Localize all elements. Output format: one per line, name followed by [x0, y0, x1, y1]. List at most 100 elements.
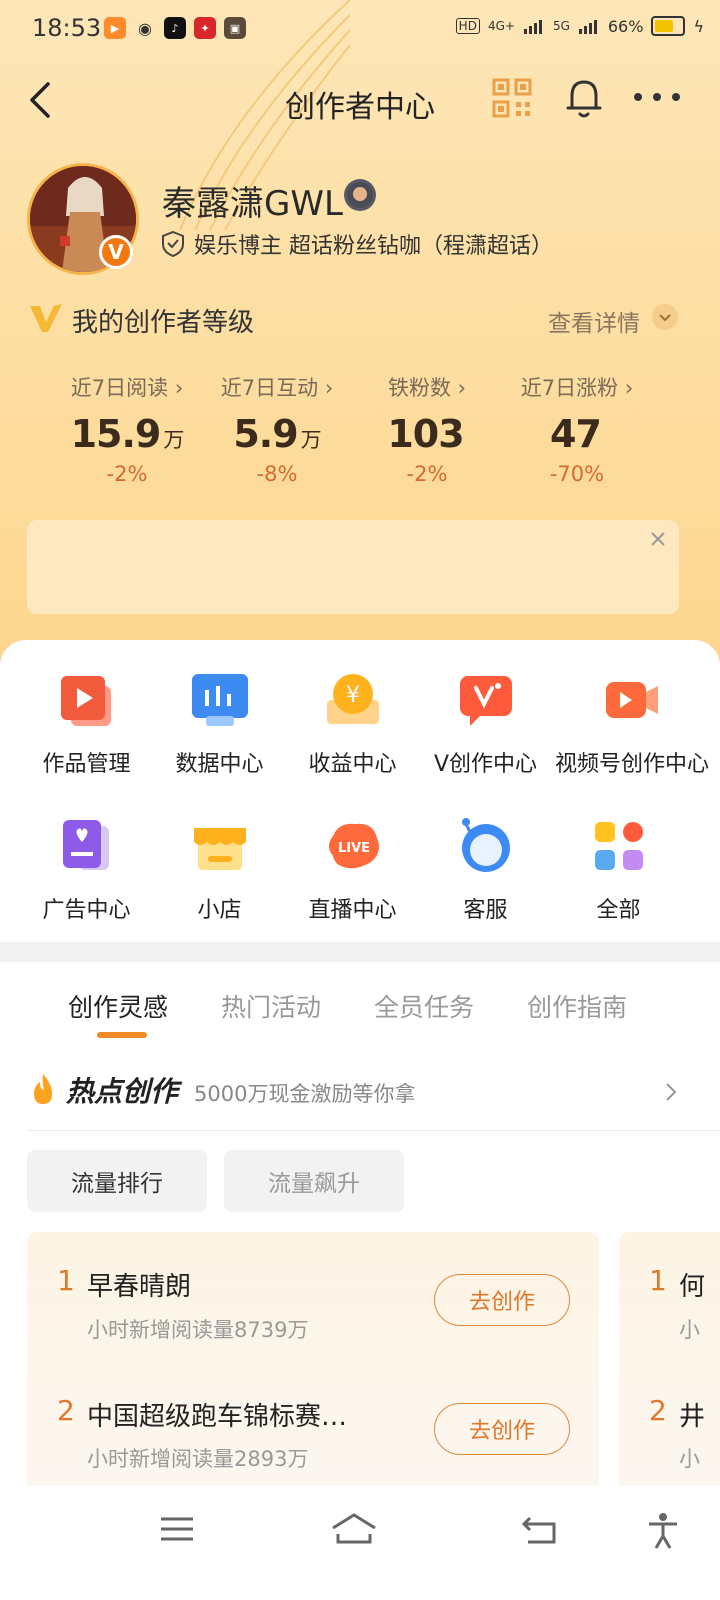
flame-icon — [34, 1074, 52, 1104]
stat-change: -2% — [106, 462, 148, 486]
tab-all-tasks[interactable]: 全员任务 — [374, 988, 474, 1024]
signal-icon — [523, 20, 542, 34]
tab-hot-activities[interactable]: 热门活动 — [221, 988, 321, 1024]
tab-inspiration[interactable]: 创作灵感 — [68, 988, 168, 1024]
status-time: 18:53 — [32, 14, 102, 42]
live-icon: LIVE — [328, 823, 379, 869]
live-badge-text: LIVE — [337, 841, 369, 856]
verification-info[interactable]: 娱乐博主 超话粉丝钻咖（程潇超话） — [160, 228, 553, 260]
tool-label: 客服 — [463, 898, 508, 923]
stat-change: -70% — [549, 462, 605, 486]
active-tab-indicator — [97, 1032, 147, 1038]
promo-banner[interactable] — [27, 520, 679, 614]
tool-works-management[interactable]: 作品管理 — [20, 670, 153, 778]
topic-title[interactable]: 井 — [679, 1396, 705, 1433]
tool-shop[interactable]: 小店 — [153, 816, 286, 924]
chevron-right-icon[interactable] — [664, 1080, 678, 1104]
home-icon[interactable] — [330, 1512, 378, 1546]
income-icon: ¥ — [326, 674, 379, 724]
tool-ad-center[interactable]: 广告中心 — [20, 816, 153, 924]
topic-title[interactable]: 何 — [679, 1266, 705, 1303]
tool-income-center[interactable]: ¥ 收益中心 — [286, 670, 419, 778]
page-title: 创作者中心 — [285, 90, 435, 125]
all-icon — [594, 822, 643, 870]
stat-follower-growth[interactable]: 近7日涨粉 › 47 -70% — [502, 372, 652, 486]
section-divider — [0, 942, 720, 962]
tab-creation-guide[interactable]: 创作指南 — [527, 988, 627, 1024]
v-creation-icon — [459, 676, 512, 726]
notification-icons: ▶ ◉ ♪ ✦ ▣ — [104, 17, 246, 39]
menu-icon[interactable] — [158, 1512, 196, 1546]
hot-creation-header[interactable]: 热点创作 5000万现金激励等你拿 — [0, 1066, 720, 1130]
qr-code-icon[interactable] — [492, 78, 532, 118]
tool-label: 全部 — [596, 898, 641, 923]
v-level-icon — [30, 304, 62, 332]
video-app-icon: ▶ — [104, 17, 126, 39]
topic-stat: 小 — [679, 1447, 700, 1471]
stat-value: 47 — [550, 412, 602, 456]
shield-icon — [162, 230, 184, 258]
rank-number: 1 — [57, 1264, 75, 1297]
view-details-link[interactable]: 查看详情 — [548, 304, 640, 338]
stat-reads[interactable]: 近7日阅读 › 15.9 万 -2% — [52, 372, 202, 486]
topic-title[interactable]: 早春晴朗 — [87, 1266, 191, 1303]
tool-all[interactable]: 全部 — [552, 816, 685, 924]
shop-icon — [193, 828, 246, 870]
network-5g: 5G — [552, 19, 570, 33]
stat-label: 近7日阅读 › — [70, 376, 184, 400]
create-button[interactable]: 去创作 — [434, 1274, 570, 1326]
verification-text: 娱乐博主 超话粉丝钻咖（程潇超话） — [194, 234, 553, 259]
video-icon — [606, 682, 658, 718]
verified-v-badge: V — [99, 235, 133, 269]
tool-label: 直播中心 — [308, 898, 397, 923]
stat-change: -8% — [256, 462, 298, 486]
more-icon[interactable] — [632, 82, 682, 112]
topic-stat: 小时新增阅读量2893万 — [87, 1447, 309, 1471]
filter-traffic-ranking[interactable]: 流量排行 — [27, 1150, 207, 1212]
tool-data-center[interactable]: 数据中心 — [153, 670, 286, 778]
charging-icon: ϟ — [693, 16, 704, 36]
tool-label: 小店 — [197, 898, 242, 923]
data-icon — [191, 674, 248, 726]
tool-video-creation-center[interactable]: 视频号创作中心 — [552, 670, 712, 778]
accessibility-icon[interactable] — [646, 1512, 680, 1550]
status-right: HD 4G+ 5G 66% ϟ — [455, 16, 704, 36]
level-title: 我的创作者等级 — [72, 308, 255, 338]
weibo-icon: ◉ — [138, 18, 152, 38]
stat-value: 5.9 万 — [233, 412, 321, 456]
tool-label: 作品管理 — [42, 752, 131, 777]
tool-label: 收益中心 — [308, 752, 397, 777]
battery-percent: 66% — [607, 16, 644, 36]
topic-title[interactable]: 中国超级跑车锦标赛… — [87, 1396, 347, 1433]
filter-traffic-rising[interactable]: 流量飙升 — [224, 1150, 404, 1212]
rank-number: 1 — [649, 1264, 667, 1297]
trending-card-next: 1 何 小 2 井 小 — [619, 1232, 720, 1492]
topic-stat: 小 — [679, 1318, 700, 1342]
tool-v-creation-center[interactable]: V创作中心 — [419, 670, 552, 778]
works-icon — [60, 676, 111, 726]
stat-iron-fans[interactable]: 铁粉数 › 103 -2% — [352, 372, 502, 486]
chevron-down-icon[interactable] — [652, 304, 678, 330]
topic-stat: 小时新增阅读量8739万 — [87, 1318, 309, 1342]
back-nav-icon[interactable] — [520, 1512, 560, 1546]
tools-panel: 作品管理 数据中心 ¥ 收益中心 V创作中心 视频号创作中心 广告中心 小店 L… — [0, 640, 720, 942]
tool-live-center[interactable]: LIVE 直播中心 — [286, 816, 419, 924]
system-nav-bar — [0, 1486, 720, 1600]
network-4g: 4G+ — [487, 19, 515, 33]
stat-interactions[interactable]: 近7日互动 › 5.9 万 -8% — [202, 372, 352, 486]
svg-text:¥: ¥ — [346, 683, 360, 708]
ad-icon — [62, 820, 109, 870]
app-notification-icon: ✦ — [194, 17, 216, 39]
tool-customer-service[interactable]: 客服 — [419, 816, 552, 924]
create-button[interactable]: 去创作 — [434, 1403, 570, 1455]
creator-level-row[interactable]: 我的创作者等级 查看详情 — [0, 296, 720, 346]
close-icon[interactable] — [647, 528, 669, 550]
rank-number: 2 — [57, 1394, 75, 1427]
inbox-icon: ▣ — [224, 17, 246, 39]
tiktok-icon: ♪ — [164, 17, 186, 39]
battery-icon — [651, 16, 686, 36]
fan-medal-icon — [344, 179, 376, 211]
bell-icon[interactable] — [564, 76, 604, 120]
creator-center-page: 18:53 ▶ ◉ ♪ ✦ ▣ HD 4G+ 5G 66% ϟ 创作者中心 V … — [0, 0, 720, 1600]
tool-label: 数据中心 — [175, 752, 264, 777]
